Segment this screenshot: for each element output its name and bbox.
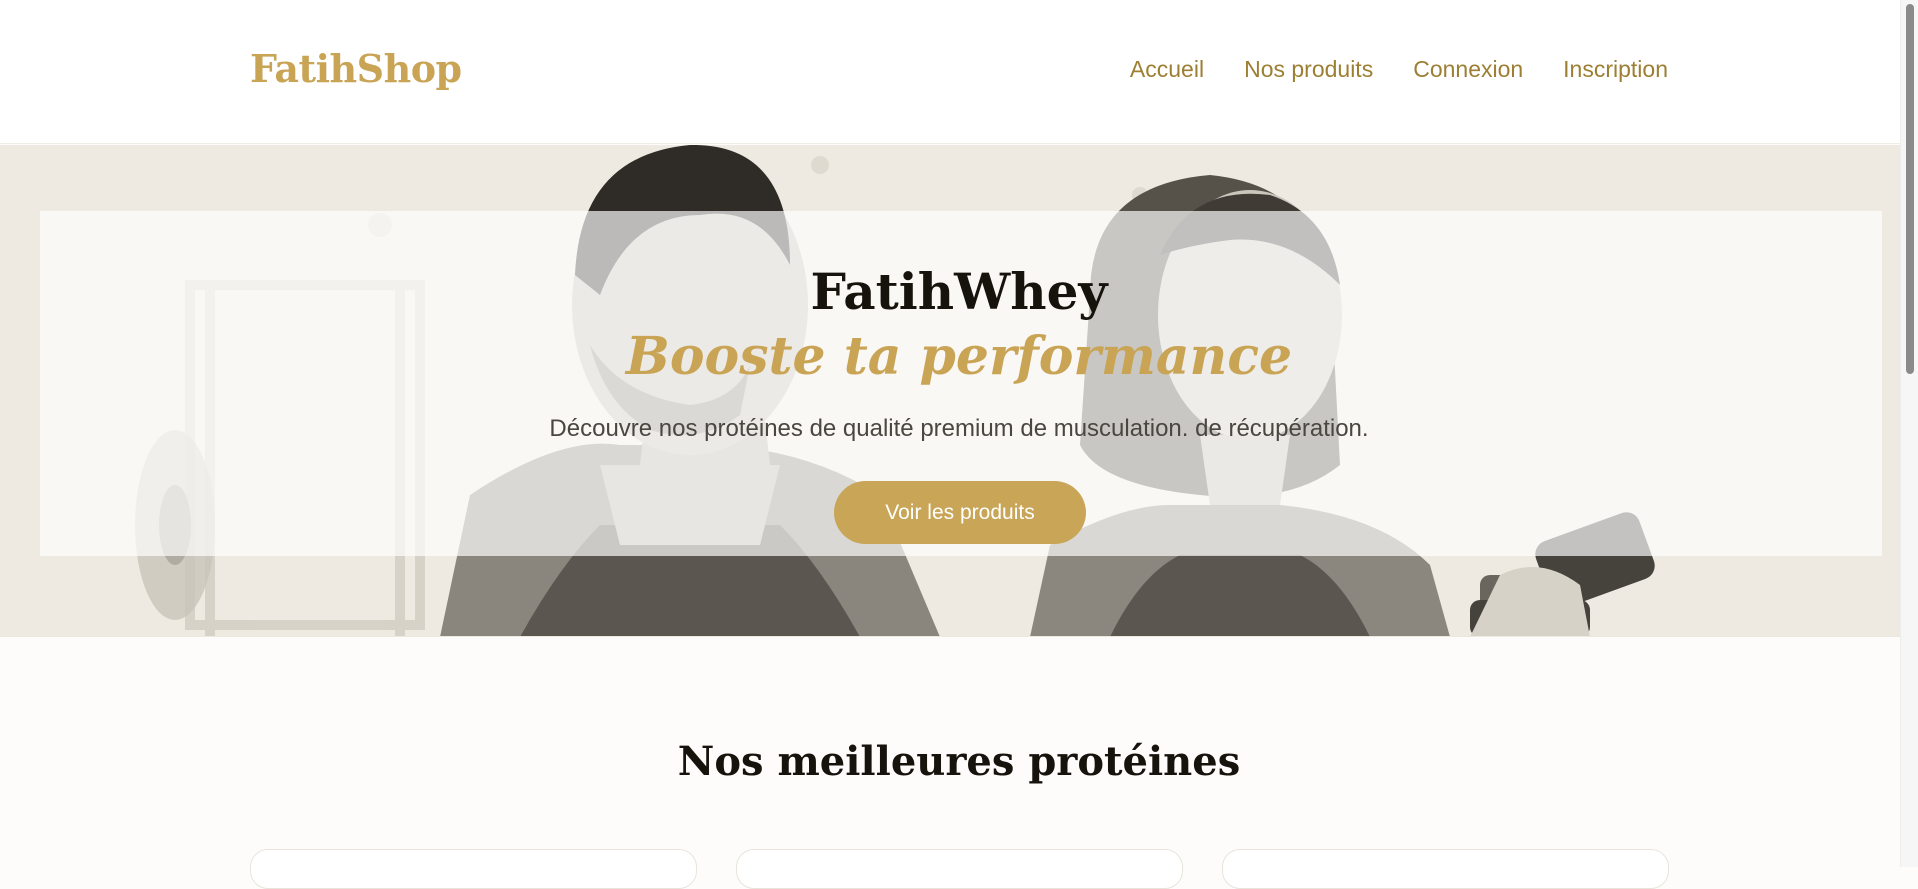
view-products-button[interactable]: Voir les produits [834,481,1086,544]
product-card[interactable] [250,849,697,889]
hero-subtitle: Booste ta performance [625,326,1293,387]
hero-title: FatihWhey [810,262,1108,321]
nav-link-inscription[interactable]: Inscription [1563,56,1668,83]
nav-link-accueil[interactable]: Accueil [1130,56,1204,83]
site-header: FatihShop Accueil Nos produits Connexion… [0,0,1900,144]
nav-link-nos-produits[interactable]: Nos produits [1244,56,1373,83]
site-logo[interactable]: FatihShop [250,46,462,91]
product-card[interactable] [736,849,1183,889]
product-card[interactable] [1222,849,1669,889]
page-scrollbar[interactable] [1900,0,1918,867]
section-title: Nos meilleures protéines [677,738,1241,785]
nav-link-connexion[interactable]: Connexion [1413,56,1523,83]
main-nav: Accueil Nos produits Connexion Inscripti… [1130,56,1668,83]
hero-banner [0,145,1900,637]
hero-description: Découvre nos protéines de qualité premiu… [549,415,1369,442]
scrollbar-thumb[interactable] [1906,4,1914,374]
